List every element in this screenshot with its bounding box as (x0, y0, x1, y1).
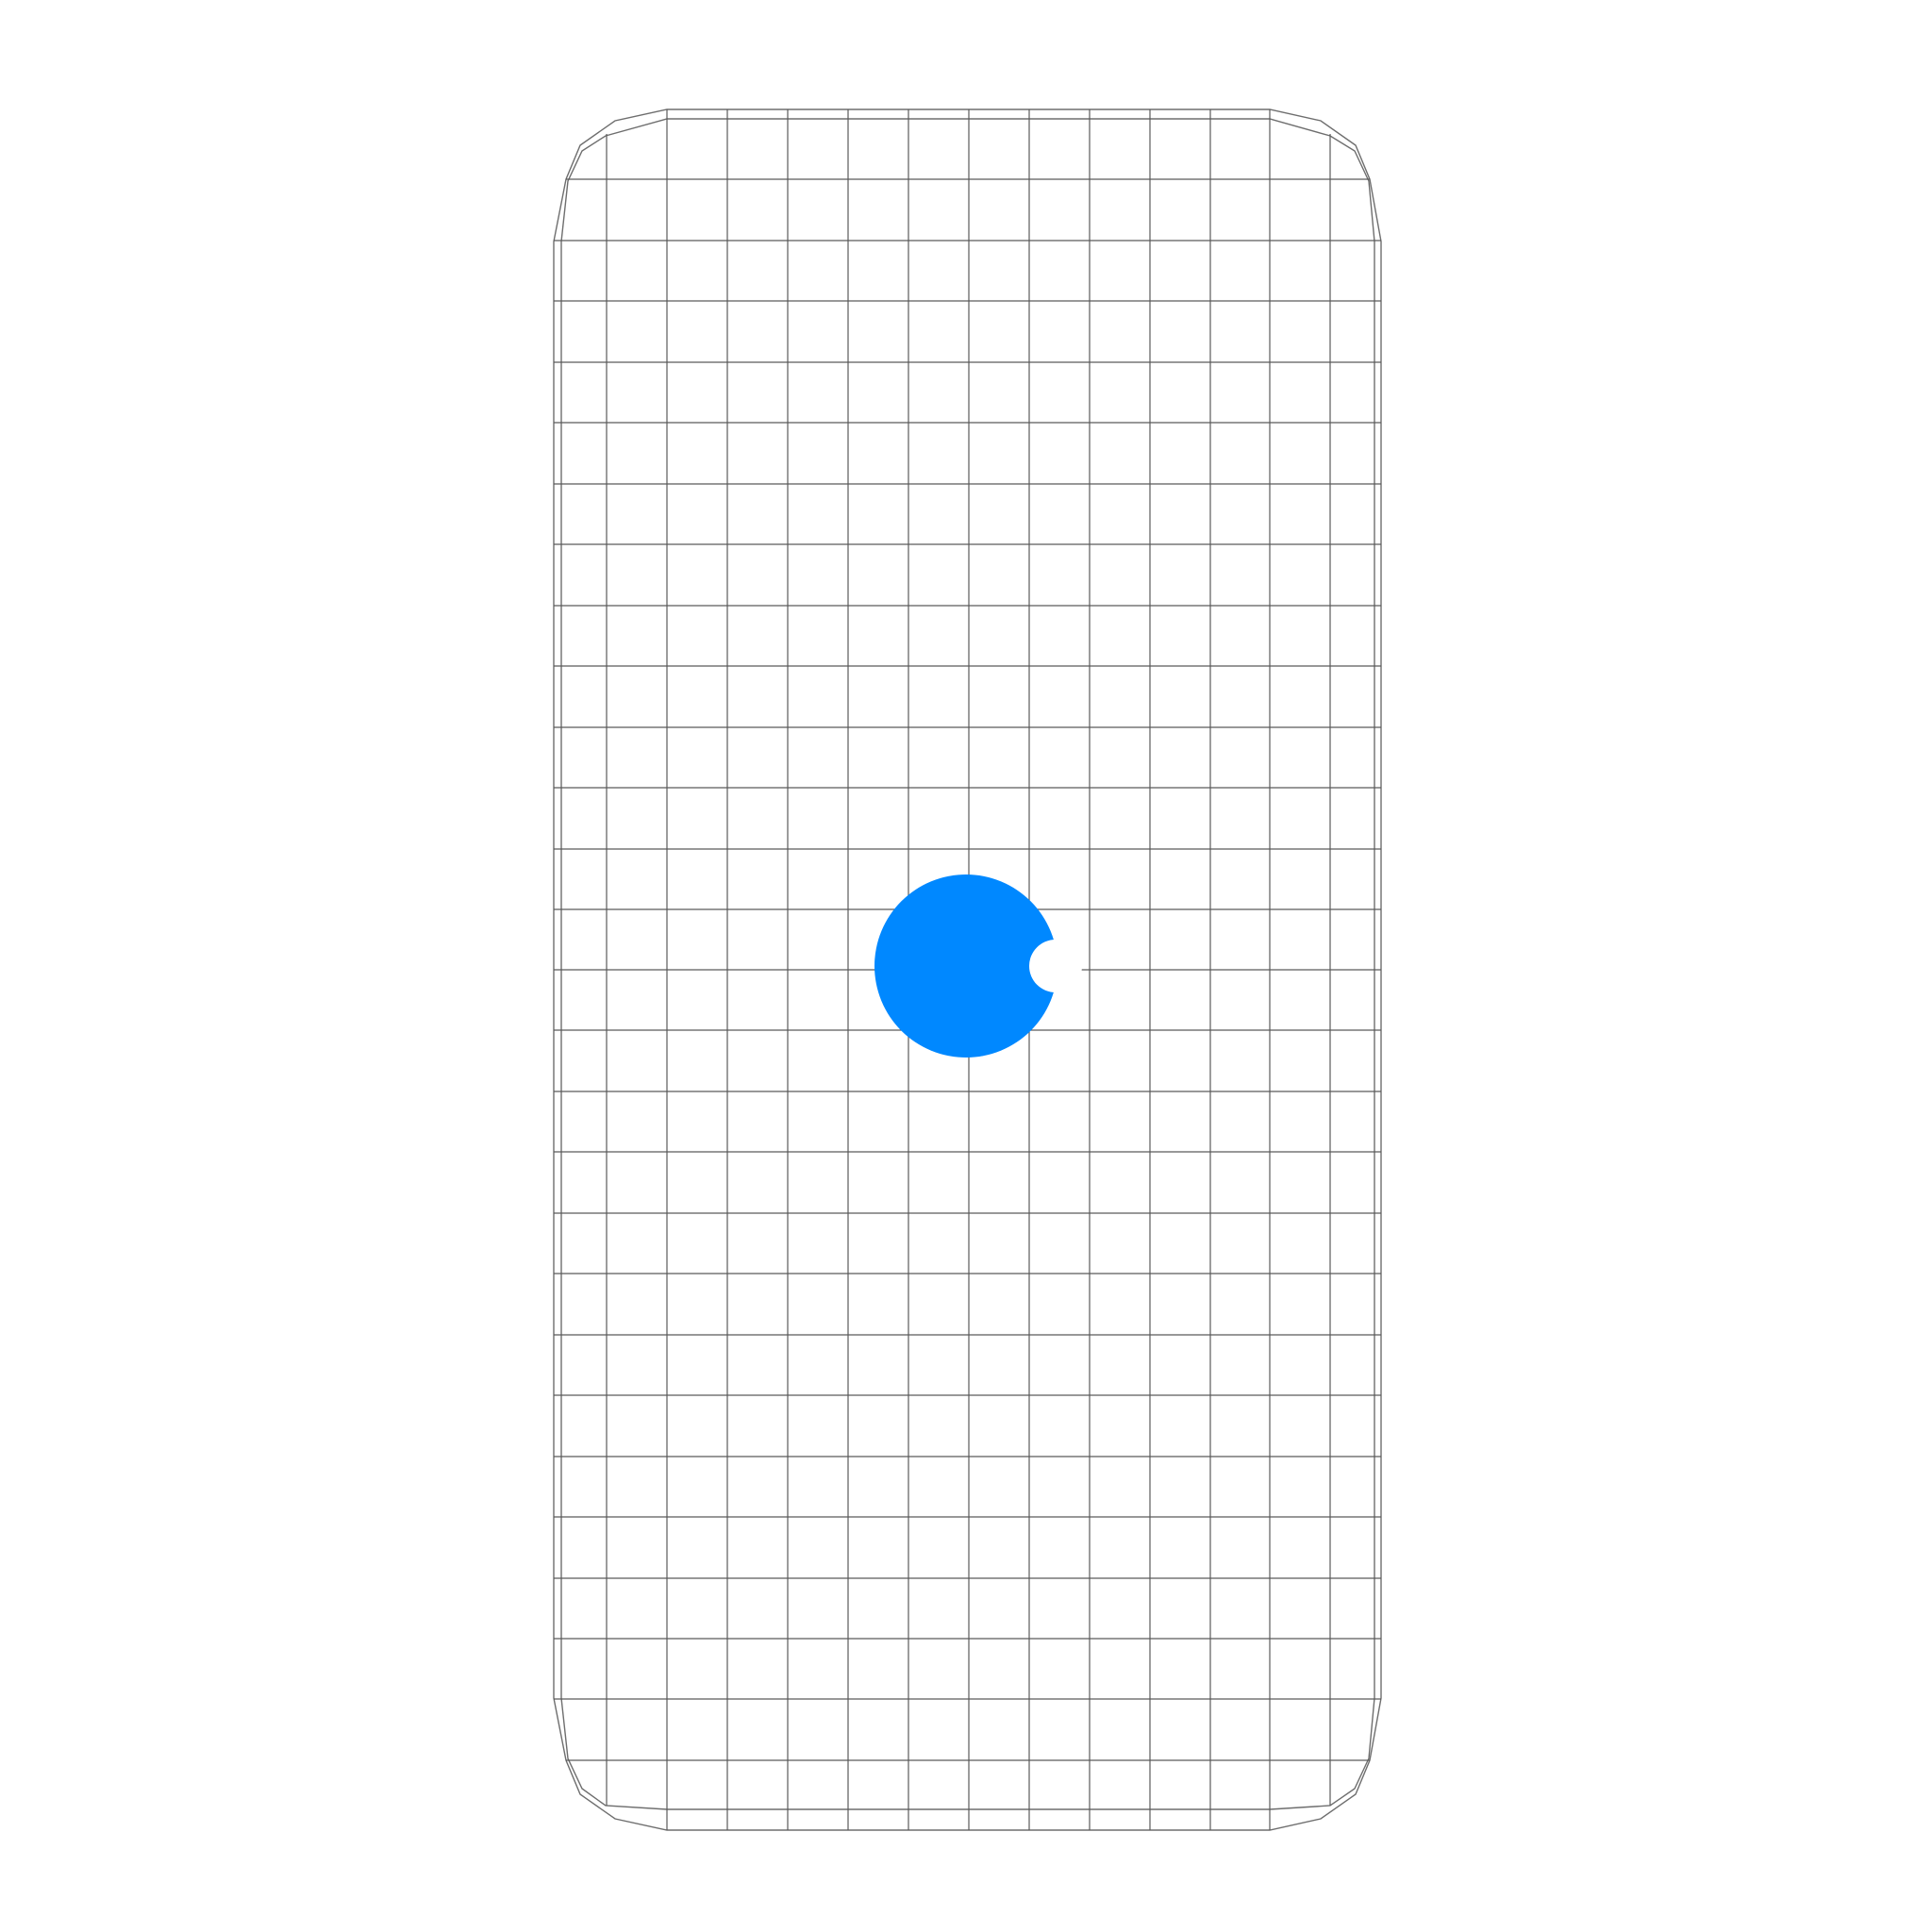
wireframe-canvas (553, 108, 1382, 1831)
cursor-notch (1029, 940, 1082, 992)
